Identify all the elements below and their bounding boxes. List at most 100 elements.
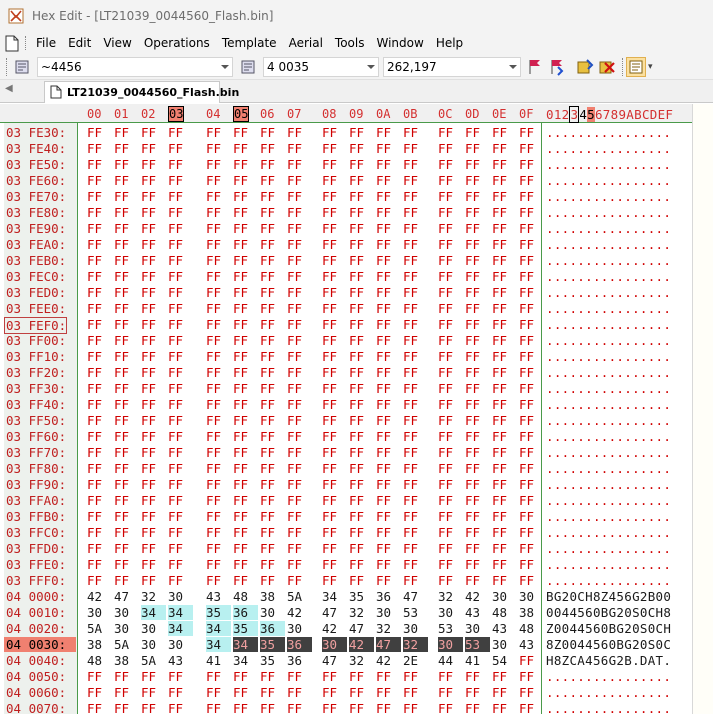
hex-byte[interactable]: FF [233,333,248,348]
hex-byte[interactable]: FF [322,269,337,284]
hex-byte[interactable]: FF [519,269,534,284]
hex-byte[interactable]: FF [233,269,248,284]
hex-byte[interactable]: 30 [168,589,183,604]
ascii-area[interactable]: ........................................… [542,123,692,716]
ascii-line[interactable]: ................ [546,285,671,300]
hex-byte[interactable]: FF [114,221,129,236]
hex-byte[interactable]: FF [492,413,507,428]
hex-byte[interactable]: FF [465,477,480,492]
hex-byte[interactable]: FF [206,301,221,316]
hex-byte[interactable]: FF [260,189,275,204]
hex-byte[interactable]: FF [168,445,183,460]
hex-byte[interactable]: FF [465,301,480,316]
hex-byte[interactable]: FF [519,285,534,300]
hex-byte[interactable]: FF [492,509,507,524]
hex-byte[interactable]: FF [492,221,507,236]
hex-byte[interactable]: FF [233,237,248,252]
hex-byte[interactable]: FF [322,573,337,588]
hex-byte[interactable]: FF [87,301,102,316]
hex-byte[interactable]: FF [322,157,337,172]
hex-byte[interactable]: FF [519,221,534,236]
hex-byte[interactable]: FF [403,685,418,700]
hex-byte[interactable]: FF [465,509,480,524]
hex-byte[interactable]: FF [287,141,302,156]
hex-byte[interactable]: FF [376,429,391,444]
hex-byte[interactable]: 42 [87,589,102,604]
hex-byte[interactable]: FF [260,477,275,492]
hex-byte[interactable]: FF [206,445,221,460]
ascii-line[interactable]: Z0044560BG20S0CH [546,621,671,636]
hex-byte[interactable]: 36 [376,589,391,604]
hex-byte[interactable]: FF [141,413,156,428]
hex-byte[interactable]: 34 [141,605,167,620]
hex-byte[interactable]: FF [403,397,418,412]
hex-byte[interactable]: FF [206,237,221,252]
hex-byte[interactable]: FF [349,285,364,300]
hex-byte[interactable]: FF [168,157,183,172]
hex-byte[interactable]: FF [519,525,534,540]
hex-byte[interactable]: FF [519,493,534,508]
hex-byte[interactable]: FF [322,541,337,556]
hex-byte[interactable]: FF [492,557,507,572]
hex-byte[interactable]: FF [403,445,418,460]
hex-byte[interactable]: FF [492,237,507,252]
hex-byte[interactable]: 38 [519,605,534,620]
hex-byte[interactable]: FF [260,397,275,412]
hex-byte[interactable]: FF [114,285,129,300]
ascii-line[interactable]: ................ [546,445,671,460]
hex-byte[interactable]: FF [233,413,248,428]
hex-byte[interactable]: FF [465,557,480,572]
hex-byte[interactable]: FF [438,461,453,476]
search-combo[interactable]: ~4456 [37,56,233,77]
hex-byte[interactable]: FF [141,525,156,540]
hex-byte[interactable]: FF [465,685,480,700]
hex-byte[interactable]: FF [322,221,337,236]
search-tool-icon[interactable] [13,57,33,77]
hex-byte[interactable]: FF [492,445,507,460]
hex-byte[interactable]: FF [114,125,129,140]
tab-scroll-left-icon[interactable]: ◀ [5,83,13,94]
ascii-line[interactable]: ................ [546,237,671,252]
hex-byte[interactable]: FF [87,317,102,332]
hex-byte[interactable]: FF [492,429,507,444]
hex-byte[interactable]: FF [114,429,129,444]
hex-byte[interactable]: FF [322,461,337,476]
hex-byte[interactable]: FF [492,317,507,332]
hex-byte[interactable]: FF [465,317,480,332]
hex-byte[interactable]: FF [349,573,364,588]
ascii-line[interactable]: ................ [546,669,671,684]
hex-byte[interactable]: FF [168,685,183,700]
hex-byte[interactable]: FF [168,669,183,684]
hex-byte[interactable]: FF [233,685,248,700]
hex-byte[interactable]: FF [168,525,183,540]
hex-byte[interactable]: FF [206,269,221,284]
hex-byte[interactable]: 32 [349,605,364,620]
hex-byte[interactable]: FF [349,381,364,396]
hex-byte[interactable]: FF [519,397,534,412]
hex-byte[interactable]: FF [141,685,156,700]
hex-byte[interactable]: FF [349,141,364,156]
hex-byte[interactable]: FF [403,461,418,476]
hex-byte[interactable]: FF [114,189,129,204]
hex-byte[interactable]: FF [206,525,221,540]
hex-byte[interactable]: 30 [403,621,418,636]
ascii-line[interactable]: ................ [546,429,671,444]
hex-byte[interactable]: FF [492,381,507,396]
hex-byte[interactable]: FF [260,173,275,188]
hex-byte[interactable]: FF [87,461,102,476]
hex-byte[interactable]: FF [168,413,183,428]
hex-byte[interactable]: FF [233,493,248,508]
hex-byte[interactable]: FF [287,557,302,572]
hex-byte[interactable]: 42 [287,605,302,620]
ascii-line[interactable]: ................ [546,253,671,268]
hex-byte[interactable]: 53 [438,621,453,636]
hex-byte[interactable]: FF [465,413,480,428]
hex-byte[interactable]: FF [519,173,534,188]
hex-byte[interactable]: FF [233,173,248,188]
hex-byte[interactable]: FF [438,125,453,140]
template-icon[interactable] [626,56,646,77]
hex-byte[interactable]: FF [376,253,391,268]
hex-byte[interactable]: FF [287,381,302,396]
hex-byte[interactable]: FF [168,189,183,204]
hex-byte[interactable]: FF [87,573,102,588]
